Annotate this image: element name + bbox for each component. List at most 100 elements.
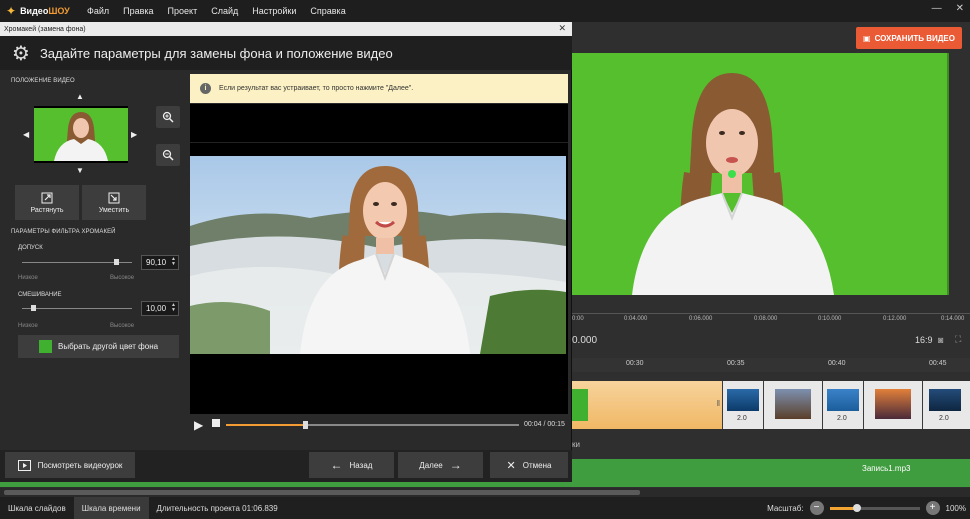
zoom-in-button[interactable]: + xyxy=(925,501,940,515)
arrow-down-icon[interactable]: ▼ xyxy=(76,166,84,175)
menu-edit[interactable]: Правка xyxy=(116,6,160,16)
play-icon[interactable]: ▶ xyxy=(194,418,203,432)
next-button[interactable]: Далее → xyxy=(398,452,483,478)
spin-arrows-icon[interactable]: ▲ ▼ xyxy=(171,257,176,267)
clip-duration: 2.0 xyxy=(837,415,847,422)
film-icon: ▣ xyxy=(863,33,871,43)
menu-help[interactable]: Справка xyxy=(303,6,352,16)
menu-file[interactable]: Файл xyxy=(80,6,116,16)
timecode-row: 0.000 16:9 ◙ ⛶ xyxy=(572,330,970,350)
choose-color-button[interactable]: Выбрать другой цвет фона xyxy=(18,335,179,358)
blend-slider-knob[interactable] xyxy=(31,305,36,311)
audio-clip-label: Запись1.mp3 xyxy=(862,464,911,473)
logo-text-2: ШОУ xyxy=(48,6,70,16)
ruler-tick: 0:14.000 xyxy=(941,316,965,322)
save-video-button[interactable]: ▣ СОХРАНИТЬ ВИДЕО xyxy=(856,27,962,49)
menubar: ✦ ВидеоШОУ Файл Правка Проект Слайд Наст… xyxy=(0,0,970,22)
zoom-in-preview-button[interactable] xyxy=(156,106,180,128)
watch-tutorial-button[interactable]: Посмотреть видеоурок xyxy=(5,452,135,478)
tab-slides[interactable]: Шкала слайдов xyxy=(0,497,74,519)
fullscreen-icon[interactable]: ⛶ xyxy=(955,334,961,345)
blend-spinbox[interactable]: 10,00 ▲ ▼ xyxy=(141,301,179,316)
statusbar: Шкала слайдов Шкала времени Длительность… xyxy=(0,497,970,519)
menu-settings[interactable]: Настройки xyxy=(245,6,303,16)
video-track: ‖ 2.0 2.0 2.0 xyxy=(572,381,970,429)
camera-icon[interactable]: ◙ xyxy=(938,335,943,345)
back-button[interactable]: ← Назад xyxy=(309,452,394,478)
arrow-back-icon: ← xyxy=(330,458,343,472)
zoom-out-button[interactable]: − xyxy=(809,501,824,515)
timeline-scrollbar[interactable] xyxy=(0,488,970,497)
position-preview[interactable] xyxy=(34,106,128,163)
timeline-tick: 00:30 xyxy=(626,360,644,367)
timeline-tick: 00:35 xyxy=(727,360,745,367)
zoom-slider-knob[interactable] xyxy=(852,503,861,512)
app-logo: ✦ ВидеоШОУ xyxy=(0,4,80,18)
clip-duration: 2.0 xyxy=(737,415,747,422)
tolerance-spinbox[interactable]: 90,10 ▲ ▼ xyxy=(141,255,179,270)
blend-max-label: Высокое xyxy=(110,323,135,329)
timeline-clip[interactable] xyxy=(764,381,822,429)
ruler-tick: 0:12.000 xyxy=(883,316,907,322)
menu-project[interactable]: Проект xyxy=(161,6,205,16)
arrow-left-icon[interactable]: ◀ xyxy=(23,130,29,139)
clip-handle-icon[interactable]: ‖ xyxy=(717,399,720,408)
menu-slide[interactable]: Слайд xyxy=(204,6,245,16)
tolerance-max-label: Высокое xyxy=(110,275,135,281)
main-preview[interactable] xyxy=(572,53,949,295)
timeline-clip[interactable]: 2.0 xyxy=(823,381,863,429)
timecode: 0.000 xyxy=(572,335,598,346)
back-label: Назад xyxy=(349,460,373,470)
magnifier-minus-icon xyxy=(162,149,174,161)
blend-label: СМЕШИВАНИЕ xyxy=(18,292,62,298)
blend-value: 10,00 xyxy=(146,304,167,313)
tolerance-label: ДОПУСК xyxy=(18,245,43,251)
zoom-slider[interactable] xyxy=(829,503,920,512)
tolerance-slider-knob[interactable] xyxy=(113,259,119,265)
tolerance-value: 90,10 xyxy=(146,258,167,267)
timeline-ruler: 00:30 00:35 00:40 00:45 xyxy=(572,358,970,372)
timeline-tick: 00:40 xyxy=(828,360,846,367)
seek-bar[interactable] xyxy=(226,421,519,429)
cancel-button[interactable]: ✕ Отмена xyxy=(490,452,568,478)
stretch-button[interactable]: Растянуть xyxy=(15,185,79,220)
zoom-out-preview-button[interactable] xyxy=(156,144,180,166)
arrow-right-icon[interactable]: ▶ xyxy=(131,130,137,139)
stop-icon[interactable] xyxy=(212,419,220,427)
fit-button[interactable]: Уместить xyxy=(82,185,146,220)
key-color-swatch xyxy=(39,340,52,353)
zoom-value: 100% xyxy=(945,503,966,513)
gear-icon: ⚙ xyxy=(12,42,30,65)
ruler-tick: 0:06.000 xyxy=(689,316,713,322)
timeline-clip[interactable]: 2.0 xyxy=(723,381,763,429)
logo-text-1: Видео xyxy=(20,6,49,16)
composited-video[interactable] xyxy=(190,156,566,354)
player-time: 00:04 / 00:15 xyxy=(524,421,565,428)
blend-slider[interactable] xyxy=(22,308,132,309)
video-tutorial-icon xyxy=(17,459,31,471)
seek-knob[interactable] xyxy=(303,421,309,429)
project-duration: Длительность проекта 01:06.839 xyxy=(156,503,278,513)
ruler-tick: 0:10.000 xyxy=(818,316,842,322)
tab-timeline[interactable]: Шкала времени xyxy=(73,497,149,519)
player-controls: ▶ 00:04 / 00:15 xyxy=(190,414,568,436)
clip-thumbnail xyxy=(572,389,588,421)
dialog-close-icon[interactable]: ✕ xyxy=(558,23,566,34)
spin-arrows-icon[interactable]: ▲ ▼ xyxy=(171,303,176,313)
timeline-clip-selected[interactable]: ‖ xyxy=(572,381,722,429)
arrow-forward-icon: → xyxy=(449,458,462,472)
arrow-up-icon[interactable]: ▲ xyxy=(76,92,84,101)
aspect-ratio[interactable]: 16:9 xyxy=(915,335,933,345)
position-section-title: ПОЛОЖЕНИЕ ВИДЕО xyxy=(11,78,75,84)
scrollbar-thumb[interactable] xyxy=(4,490,640,495)
chromakey-dialog: Хромакей (замена фона) ✕ ⚙ Задайте парам… xyxy=(0,22,572,482)
timeline-clip[interactable] xyxy=(864,381,922,429)
filter-section-title: ПАРАМЕТРЫ ФИЛЬТРА ХРОМАКЕЙ xyxy=(11,229,116,235)
minimize-icon[interactable]: — xyxy=(932,3,942,14)
timeline-clip[interactable]: 2.0 xyxy=(923,381,970,429)
girl-greenscreen-image xyxy=(632,73,834,295)
dialog-header: ⚙ Задайте параметры для замены фона и по… xyxy=(0,36,572,70)
dialog-footer: Посмотреть видеоурок ← Назад Далее → ✕ О… xyxy=(0,450,572,482)
close-window-icon[interactable]: ✕ xyxy=(956,3,964,14)
fit-label: Уместить xyxy=(98,206,130,214)
